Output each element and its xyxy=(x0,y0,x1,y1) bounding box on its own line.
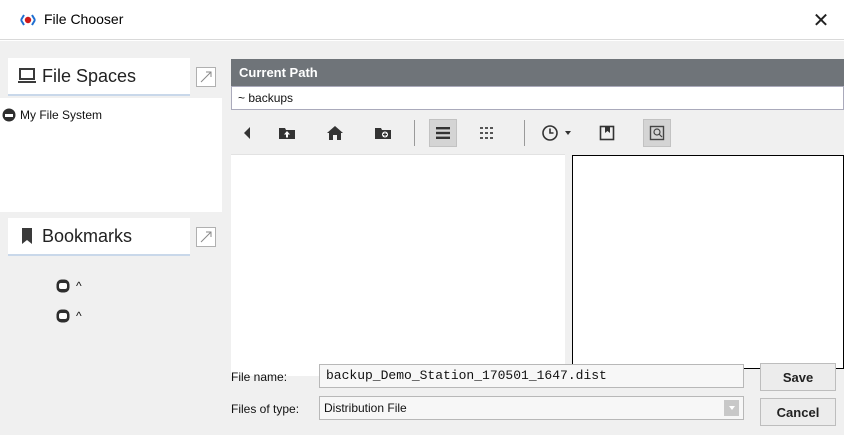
preview-toggle-button[interactable] xyxy=(643,119,671,147)
file-type-label: Files of type: xyxy=(231,402,300,416)
bookmarks-list: ^ ^ xyxy=(0,267,222,435)
current-path-header: Current Path xyxy=(231,59,844,86)
file-name-input[interactable]: backup_Demo_Station_170501_1647.dist xyxy=(319,364,744,388)
details-view-button[interactable] xyxy=(473,119,501,147)
home-button[interactable] xyxy=(321,119,349,147)
home-icon xyxy=(327,126,343,140)
window-title: File Chooser xyxy=(44,11,124,27)
close-button[interactable]: ✕ xyxy=(798,0,844,40)
bookmark-label: ^ xyxy=(76,279,82,293)
title-bar: File Chooser ✕ xyxy=(0,0,844,40)
up-folder-icon xyxy=(279,128,295,139)
preview-toggle-icon xyxy=(649,125,665,141)
file-type-value: Distribution File xyxy=(324,401,407,415)
history-icon xyxy=(542,125,558,141)
bookmark-add-button[interactable] xyxy=(593,119,621,147)
tab-file-spaces[interactable]: File Spaces xyxy=(8,58,190,96)
chevron-down-icon xyxy=(724,400,739,416)
details-view-icon xyxy=(480,127,493,139)
list-view-icon xyxy=(436,127,450,139)
history-dropdown-button[interactable] xyxy=(561,119,575,147)
file-space-label: My File System xyxy=(20,108,103,122)
expand-icon xyxy=(200,71,212,83)
expand-icon xyxy=(200,231,212,243)
file-list-pane[interactable] xyxy=(231,154,565,376)
current-path-field[interactable]: ~ backups xyxy=(231,86,844,110)
toolbar-separator xyxy=(414,120,415,146)
left-panel: File Spaces My File System Bookmarks ^ ^ xyxy=(0,41,228,435)
niagara-eye-icon xyxy=(20,14,36,26)
toolbar xyxy=(231,116,844,150)
tab-bookmarks[interactable]: Bookmarks xyxy=(8,218,190,256)
back-button[interactable] xyxy=(233,119,261,147)
bookmark-item[interactable]: ^ xyxy=(56,309,82,323)
up-folder-button[interactable] xyxy=(273,119,301,147)
toolbar-separator xyxy=(524,120,525,146)
bookmark-item[interactable]: ^ xyxy=(56,279,82,293)
computer-icon xyxy=(18,68,36,83)
preview-pane xyxy=(572,155,844,369)
file-chooser-dialog: File Spaces My File System Bookmarks ^ ^… xyxy=(0,41,844,435)
close-icon: ✕ xyxy=(812,9,830,32)
bookmark-add-icon xyxy=(599,125,615,141)
list-view-button[interactable] xyxy=(429,119,457,147)
bookmarks-tab-label: Bookmarks xyxy=(42,225,133,246)
history-button[interactable] xyxy=(536,119,564,147)
bookmark-host-icon xyxy=(56,279,70,293)
new-folder-button[interactable] xyxy=(369,119,397,147)
file-space-my-file-system[interactable]: My File System xyxy=(2,108,102,122)
file-spaces-list: My File System xyxy=(0,98,222,212)
history-dropdown-icon xyxy=(565,131,571,135)
file-type-select[interactable]: Distribution File xyxy=(319,396,744,420)
file-spaces-tab-label: File Spaces xyxy=(42,65,137,86)
bookmark-label: ^ xyxy=(76,309,82,323)
file-name-label: File name: xyxy=(231,370,288,384)
back-icon xyxy=(244,127,250,139)
bookmark-host-icon xyxy=(56,309,70,323)
bookmark-icon xyxy=(22,228,32,244)
cancel-button[interactable]: Cancel xyxy=(760,398,836,426)
save-button[interactable]: Save xyxy=(760,363,836,391)
file-spaces-expand-button[interactable] xyxy=(196,67,216,87)
drive-icon xyxy=(2,108,16,122)
new-folder-icon xyxy=(375,128,391,139)
bookmarks-expand-button[interactable] xyxy=(196,227,216,247)
